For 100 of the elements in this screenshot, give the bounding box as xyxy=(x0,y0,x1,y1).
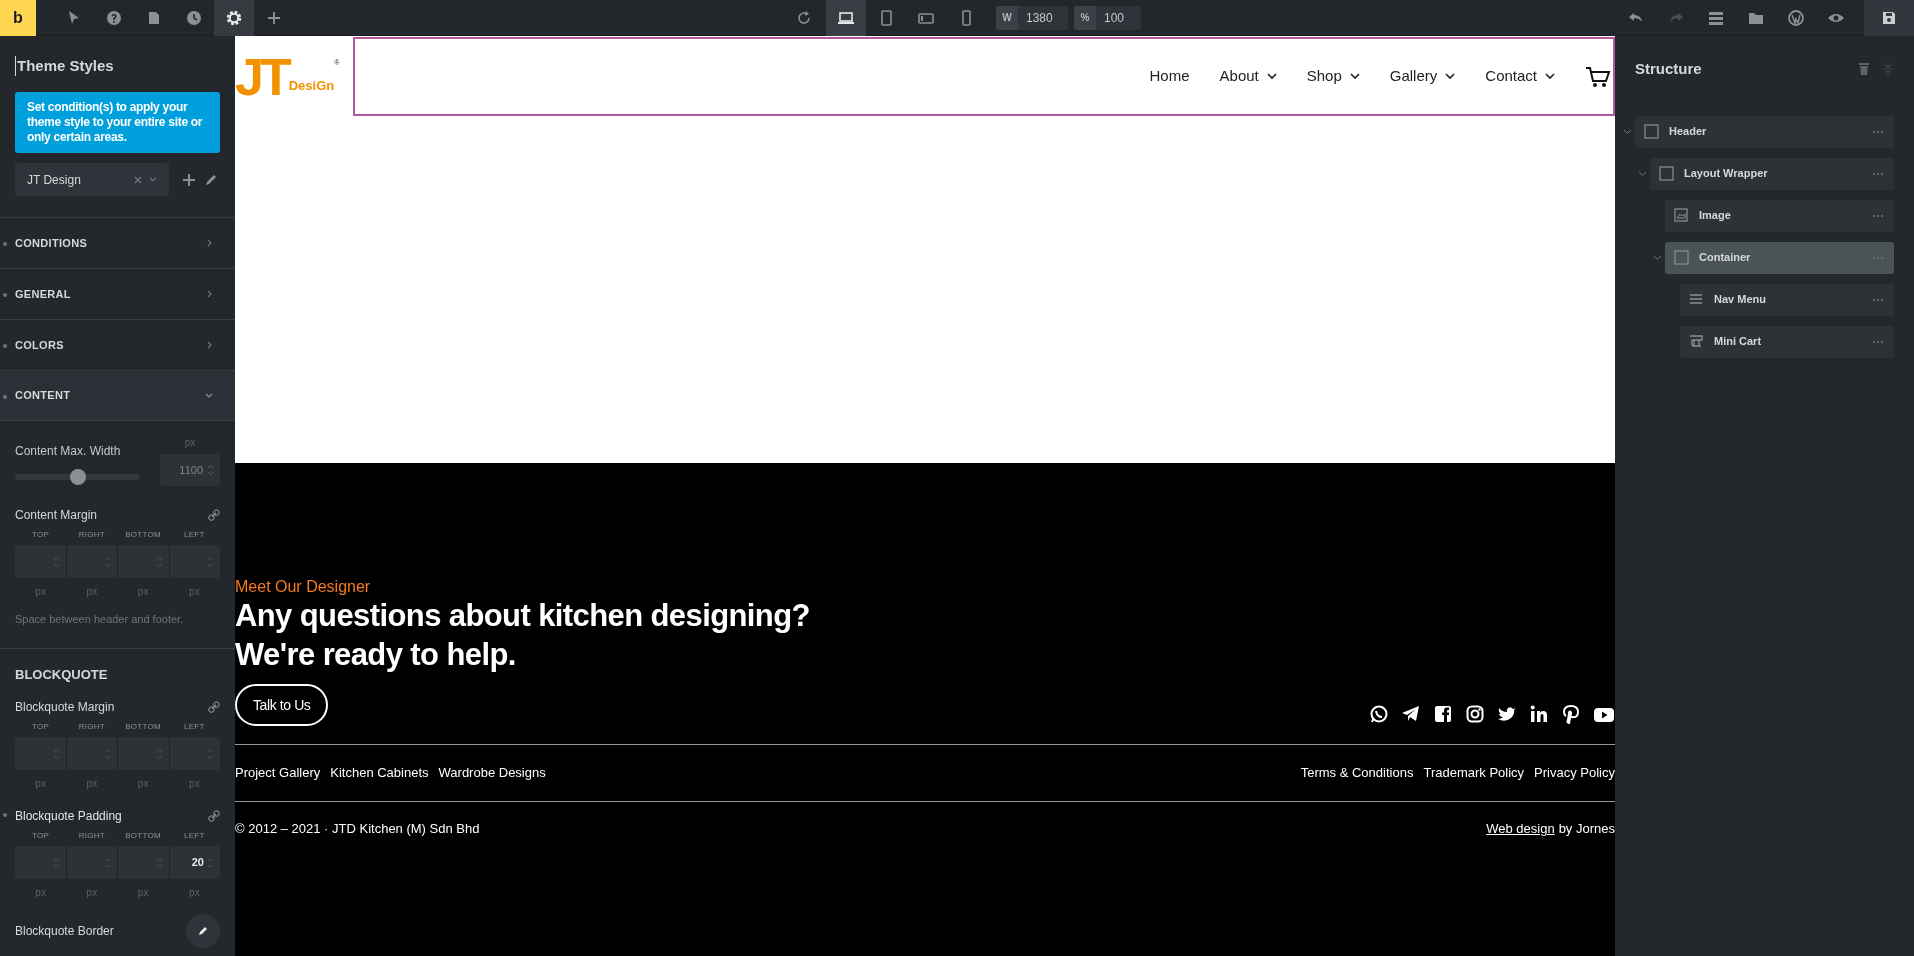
field-label: Blockquote Margin xyxy=(15,699,116,716)
link-icon[interactable] xyxy=(208,810,220,822)
structure-item[interactable]: Header xyxy=(1635,115,1894,148)
chevron-down-icon xyxy=(205,391,213,400)
footer-link[interactable]: Project Gallery xyxy=(235,763,321,783)
social-icon[interactable] xyxy=(1497,704,1519,724)
structure-item[interactable]: Nav Menu xyxy=(1680,283,1894,316)
spinner-icon xyxy=(207,856,214,869)
spinner-icon xyxy=(207,555,214,568)
structure-item[interactable]: Mini Cart xyxy=(1680,325,1894,358)
spinner-icon xyxy=(104,856,111,869)
square-icon xyxy=(1644,124,1659,139)
image-icon xyxy=(1674,208,1689,223)
number-field[interactable] xyxy=(118,737,169,770)
cta-button[interactable]: Talk to Us xyxy=(235,684,329,726)
unit-label: px xyxy=(34,886,47,900)
side-label: TOP xyxy=(31,721,51,733)
app-logo[interactable]: b xyxy=(0,0,36,36)
number-field[interactable] xyxy=(15,545,66,578)
device-button[interactable] xyxy=(826,0,866,36)
plus-icon[interactable] xyxy=(182,172,196,187)
link-icon[interactable] xyxy=(208,509,220,521)
number-field[interactable]: 20 xyxy=(169,846,220,879)
square-icon xyxy=(1659,166,1674,181)
chevron-right-icon xyxy=(205,290,213,298)
number-field[interactable] xyxy=(66,737,117,770)
number-field[interactable] xyxy=(15,846,66,879)
number-field[interactable]: % 100 xyxy=(1074,5,1141,30)
footer-link[interactable]: Kitchen Cabinets xyxy=(330,763,429,783)
field-label: Blockquote Border xyxy=(15,923,115,940)
number-field[interactable] xyxy=(169,545,220,578)
unit-label: px xyxy=(34,585,47,599)
menu-icon xyxy=(1689,292,1704,307)
spinner-icon xyxy=(155,856,163,869)
number-field[interactable] xyxy=(169,737,220,770)
chevron-down-icon xyxy=(1266,73,1277,80)
nav-link[interactable]: Shop xyxy=(1306,65,1360,88)
side-label: TOP xyxy=(31,529,51,541)
pencil-icon[interactable] xyxy=(204,172,218,187)
number-field[interactable] xyxy=(118,545,169,578)
cart-icon xyxy=(1689,334,1704,349)
pencil-icon xyxy=(198,926,208,936)
nav-link[interactable]: Gallery xyxy=(1389,65,1456,88)
copyright-text: © 2012 – 2021 · JTD Kitchen (M) Sdn Bhd xyxy=(235,820,480,839)
chevron-right-icon xyxy=(205,341,213,349)
side-label: RIGHT xyxy=(77,721,107,733)
cart-icon[interactable] xyxy=(1585,64,1611,89)
chevron-right-icon xyxy=(205,239,213,247)
floppy-icon xyxy=(1881,9,1897,26)
spinner-icon xyxy=(155,555,163,568)
nav-link[interactable]: Contact xyxy=(1485,65,1555,88)
side-label: LEFT xyxy=(183,721,206,733)
social-icon[interactable] xyxy=(1465,704,1487,724)
side-label: RIGHT xyxy=(77,529,107,541)
trash-icon[interactable] xyxy=(1858,62,1870,77)
spinner-icon xyxy=(52,555,60,568)
footer-link[interactable]: Privacy Policy xyxy=(1534,763,1615,783)
footer-link[interactable]: Wardrobe Designs xyxy=(438,763,546,783)
eyebrow-text: Meet Our Designer xyxy=(235,578,372,596)
footer-link[interactable]: Terms & Conditions xyxy=(1300,763,1414,783)
credit-text: by Jornes xyxy=(1558,820,1615,839)
structure-item[interactable]: Container xyxy=(1665,241,1894,274)
footer-link[interactable]: Trademark Policy xyxy=(1423,763,1525,783)
style-select[interactable]: JT Design xyxy=(15,163,169,196)
refresh-icon[interactable] xyxy=(796,9,812,26)
nav-link[interactable]: About xyxy=(1219,65,1277,88)
toolbar-button[interactable] xyxy=(214,0,254,36)
section-header[interactable]: CONTENT xyxy=(0,370,235,421)
notice-banner: Set condition(s) to apply your theme style to your entire site or only certain areas. xyxy=(15,92,220,153)
number-field[interactable] xyxy=(66,846,117,879)
side-label: RIGHT xyxy=(77,830,107,842)
spinner-icon xyxy=(207,464,214,476)
slider-track[interactable] xyxy=(15,469,140,485)
chevron-down-icon xyxy=(1545,73,1555,80)
field-label: Blockquote Padding xyxy=(15,808,123,825)
nav-link[interactable]: Home xyxy=(1149,65,1190,88)
chevron-down-icon[interactable] xyxy=(149,176,157,183)
hint-text: Space between header and footer. xyxy=(15,612,185,627)
structure-item[interactable]: Layout Wrapper xyxy=(1650,157,1894,190)
save-button[interactable] xyxy=(1864,0,1914,36)
number-field[interactable]: W 1380 xyxy=(996,5,1068,30)
field-label: Content Max. Width xyxy=(15,443,122,460)
panel-title: Structure xyxy=(1635,59,1703,79)
number-field[interactable] xyxy=(118,846,169,879)
field-label: Content Margin xyxy=(15,507,99,524)
side-label: BOTTOM xyxy=(124,830,163,842)
spinner-icon xyxy=(155,747,163,760)
link-icon[interactable] xyxy=(208,701,220,713)
side-label: LEFT xyxy=(183,830,206,842)
clear-icon[interactable] xyxy=(133,174,143,185)
section-heading: BLOCKQUOTE xyxy=(15,665,109,684)
number-field[interactable] xyxy=(15,737,66,770)
structure-item[interactable]: Image xyxy=(1665,199,1894,232)
edit-button[interactable] xyxy=(186,914,220,948)
panel-title: Theme Styles xyxy=(15,56,220,76)
side-label: BOTTOM xyxy=(124,529,163,541)
number-field[interactable] xyxy=(66,545,117,578)
credit-link[interactable]: Web design xyxy=(1486,819,1555,839)
spinner-icon xyxy=(104,747,111,760)
slider-thumb[interactable] xyxy=(69,469,86,485)
